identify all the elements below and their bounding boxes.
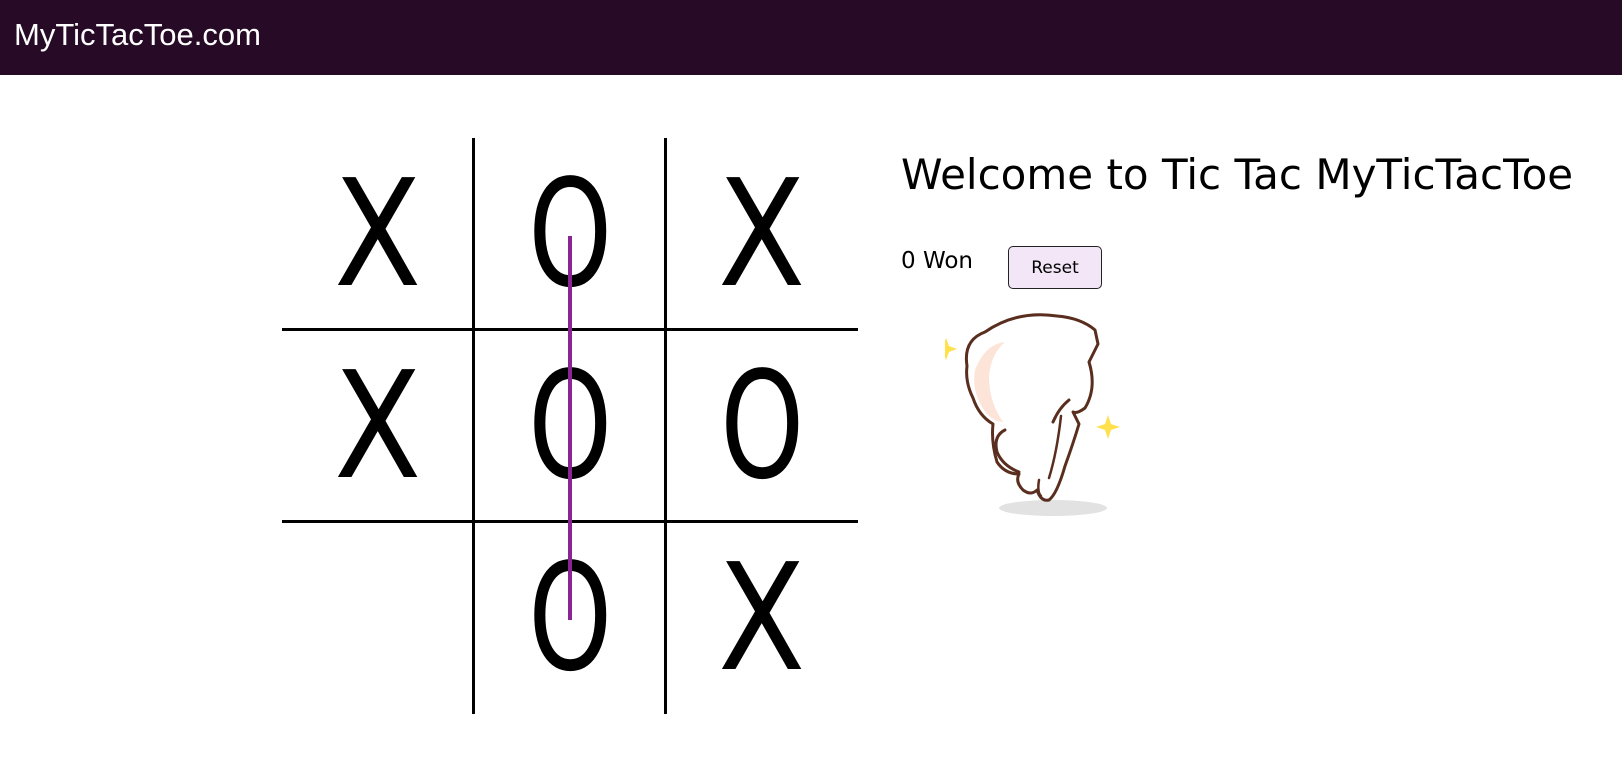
board-cell-7[interactable] — [282, 522, 474, 714]
site-title-link[interactable]: MyTicTacToe.com — [14, 16, 261, 53]
board-cell-6[interactable]: O — [666, 330, 858, 522]
top-header: MyTicTacToe.com — [0, 0, 1622, 75]
cell-mark: X — [334, 340, 422, 512]
board-cell-9[interactable]: X — [666, 522, 858, 714]
reset-button[interactable]: Reset — [1008, 246, 1102, 289]
won-count: 0 Won — [901, 248, 973, 274]
cell-mark: X — [718, 532, 806, 704]
cell-mark: X — [718, 148, 806, 320]
board-cell-1[interactable]: X — [282, 138, 474, 330]
celebrating-cat-icon — [924, 312, 1155, 522]
board-cell-3[interactable]: X — [666, 138, 858, 330]
winning-line — [568, 236, 572, 620]
game-info-panel: Welcome to Tic Tac MyTicTacToe 0 Won Res… — [901, 150, 1601, 289]
tic-tac-toe-board: X O X X O O O X — [282, 138, 858, 714]
score-row: 0 Won Reset — [901, 246, 1301, 290]
board-cell-4[interactable]: X — [282, 330, 474, 522]
cell-mark: O — [720, 340, 804, 512]
cell-mark: X — [334, 148, 422, 320]
welcome-heading: Welcome to Tic Tac MyTicTacToe — [901, 150, 1574, 199]
